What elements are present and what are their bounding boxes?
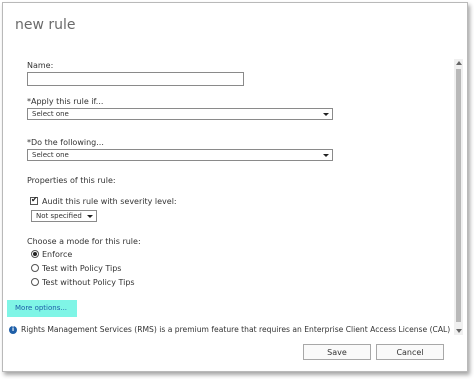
- do-following-select[interactable]: Select one: [27, 149, 333, 161]
- info-icon: i: [9, 326, 17, 334]
- save-button[interactable]: Save: [303, 344, 371, 360]
- more-options-link[interactable]: More options...: [7, 300, 77, 317]
- name-input[interactable]: [27, 72, 244, 86]
- audit-label: Audit this rule with severity level:: [42, 197, 177, 206]
- dialog-title: new rule: [15, 17, 76, 33]
- radio-enforce[interactable]: [31, 250, 39, 258]
- scroll-thumb[interactable]: [456, 69, 461, 322]
- do-following-value: Select one: [32, 151, 69, 159]
- audit-checkbox[interactable]: ✔: [30, 195, 38, 205]
- rms-notice: Rights Management Services (RMS) is a pr…: [21, 325, 451, 334]
- new-rule-dialog: new rule Name: *Apply this rule if... Se…: [2, 2, 468, 372]
- apply-rule-value: Select one: [32, 110, 69, 118]
- radio-test-without-tips[interactable]: [31, 278, 39, 286]
- scroll-down-icon[interactable]: [456, 329, 462, 333]
- do-following-label: *Do the following...: [27, 138, 104, 147]
- radio-test-with-tips[interactable]: [31, 264, 39, 272]
- apply-rule-label: *Apply this rule if...: [27, 97, 104, 106]
- chevron-down-icon: [323, 113, 329, 116]
- severity-select[interactable]: Not specified: [31, 210, 97, 222]
- name-label: Name:: [27, 61, 54, 70]
- properties-label: Properties of this rule:: [27, 176, 116, 185]
- mode-enforce-label: Enforce: [42, 250, 73, 259]
- chevron-down-icon: [323, 154, 329, 157]
- chevron-down-icon: [87, 215, 93, 218]
- mode-label: Choose a mode for this rule:: [27, 237, 141, 246]
- mode-test-without-tips-label: Test without Policy Tips: [42, 278, 135, 287]
- scroll-up-icon[interactable]: [456, 61, 462, 65]
- cancel-button[interactable]: Cancel: [376, 344, 444, 360]
- vertical-scrollbar[interactable]: [454, 59, 463, 335]
- mode-test-with-tips-label: Test with Policy Tips: [42, 264, 122, 273]
- severity-value: Not specified: [36, 212, 82, 220]
- apply-rule-select[interactable]: Select one: [27, 108, 333, 120]
- checkmark-icon: ✔: [31, 195, 38, 204]
